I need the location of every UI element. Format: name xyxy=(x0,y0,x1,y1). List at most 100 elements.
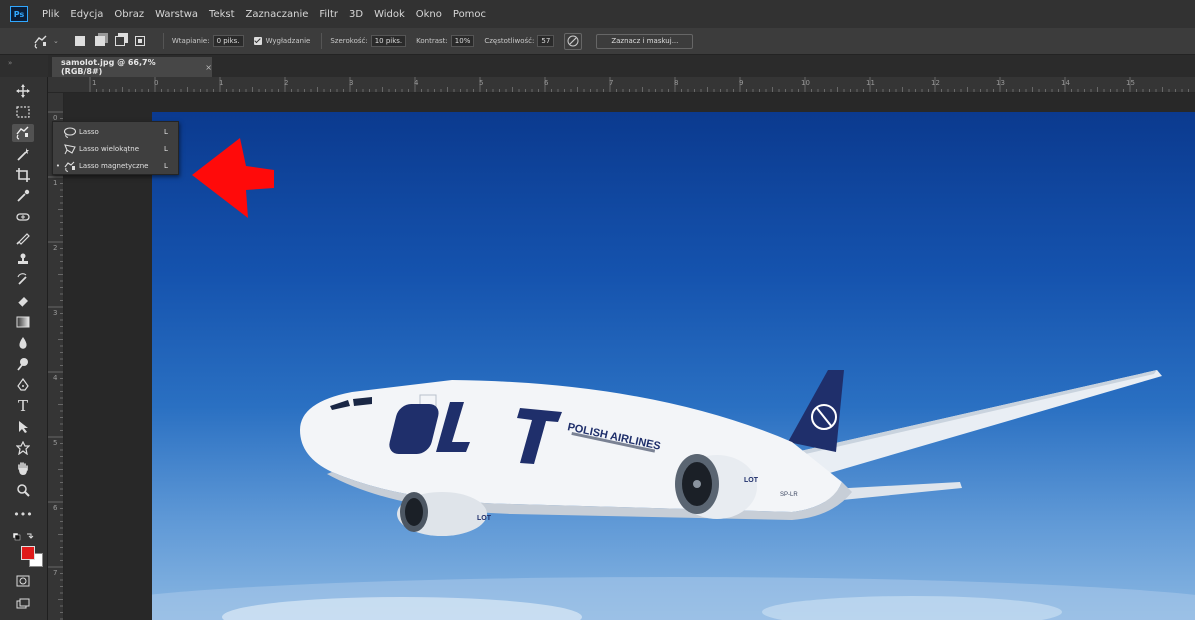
tool-preset-picker[interactable] xyxy=(30,32,52,50)
move-tool-icon[interactable] xyxy=(12,82,34,100)
ruler-v-label: 1 xyxy=(53,179,58,187)
menu-filtr[interactable]: Filtr xyxy=(319,9,338,20)
pen-pressure-icon xyxy=(567,35,579,47)
airplane-photo: POLISH AIRLINES LOT LOT SP-LR xyxy=(152,370,1195,620)
history-brush-tool-icon[interactable] xyxy=(12,271,34,289)
menu-plik[interactable]: Plik xyxy=(42,9,59,20)
menu-3d[interactable]: 3D xyxy=(349,9,363,20)
path-selection-tool-icon[interactable] xyxy=(12,418,34,436)
flyout-item-shortcut: L xyxy=(164,128,168,136)
menu-pomoc[interactable]: Pomoc xyxy=(453,9,486,20)
flyout-item-label: Lasso wielokątne xyxy=(79,145,140,153)
select-and-mask-button[interactable]: Zaznacz i maskuj... xyxy=(596,33,694,49)
close-icon[interactable]: × xyxy=(205,63,212,72)
clone-stamp-tool-icon[interactable] xyxy=(12,250,34,268)
ruler-h-label: 1 xyxy=(92,79,97,87)
feather-input[interactable]: 0 piks. xyxy=(212,35,244,47)
eyedropper-tool-icon[interactable] xyxy=(12,187,34,205)
flyout-item-label: Lasso xyxy=(79,128,99,136)
ruler-h-label: 15 xyxy=(1126,79,1135,87)
flyout-item-lasso[interactable]: Lasso L xyxy=(53,124,178,140)
magnetic-lasso-icon xyxy=(34,35,47,49)
ruler-h-label: 4 xyxy=(414,79,419,87)
type-tool-icon[interactable]: T xyxy=(12,397,34,415)
foreground-color-swatch[interactable] xyxy=(21,546,35,560)
menu-tekst[interactable]: Tekst xyxy=(209,9,234,20)
separator xyxy=(321,33,323,49)
ruler-h-label: 13 xyxy=(996,79,1005,87)
toolbar-collapse-strip[interactable]: » xyxy=(0,55,48,77)
engine-logo: LOT xyxy=(477,515,492,522)
ruler-h-label: 0 xyxy=(154,79,159,87)
chevron-down-icon[interactable]: ⌄ xyxy=(53,37,59,45)
gradient-tool-icon[interactable] xyxy=(12,313,34,331)
marquee-tool-icon[interactable] xyxy=(12,103,34,121)
ruler-h-label: 7 xyxy=(609,79,614,87)
crop-tool-icon[interactable] xyxy=(12,166,34,184)
toolbox: T ••• xyxy=(0,77,48,620)
dodge-tool-icon[interactable] xyxy=(12,355,34,373)
document-tab-title: samolot.jpg @ 66,7% (RGB/8#) xyxy=(61,58,156,76)
menu-zaznaczanie[interactable]: Zaznaczanie xyxy=(246,9,309,20)
screen-mode-icon[interactable] xyxy=(12,595,34,613)
antialias-checkbox[interactable] xyxy=(253,37,262,45)
healing-brush-tool-icon[interactable] xyxy=(12,208,34,226)
ruler-h-label: 14 xyxy=(1061,79,1070,87)
width-input[interactable]: 10 piks. xyxy=(370,35,407,47)
brush-tool-icon[interactable] xyxy=(12,229,34,247)
menu-okno[interactable]: Okno xyxy=(416,9,442,20)
ruler-v-label: 4 xyxy=(53,374,58,382)
flyout-item-shortcut: L xyxy=(164,162,168,170)
blur-tool-icon[interactable] xyxy=(12,334,34,352)
frequency-input[interactable]: 57 xyxy=(537,35,555,47)
add-to-selection-mode-icon[interactable] xyxy=(94,36,105,46)
ruler-v-label: 6 xyxy=(53,504,58,512)
subtract-from-selection-mode-icon[interactable] xyxy=(114,36,125,46)
selection-bullet: • xyxy=(55,162,61,170)
new-selection-mode-icon[interactable] xyxy=(74,36,85,46)
pen-tool-icon[interactable] xyxy=(12,376,34,394)
ruler-h-label: 12 xyxy=(931,79,940,87)
eraser-tool-icon[interactable] xyxy=(12,292,34,310)
ruler-v-label: 2 xyxy=(53,244,58,252)
more-tools-icon[interactable]: ••• xyxy=(12,505,34,523)
document-tab[interactable]: samolot.jpg @ 66,7% (RGB/8#) × xyxy=(52,57,212,77)
lasso-tool-icon[interactable] xyxy=(12,124,34,142)
flyout-item-shortcut: L xyxy=(164,145,168,153)
menu-bar: Ps Plik Edycja Obraz Warstwa Tekst Zazna… xyxy=(0,0,1195,28)
contrast-input[interactable]: 10% xyxy=(450,35,475,47)
pen-pressure-button[interactable] xyxy=(564,32,583,50)
magnetic-lasso-icon xyxy=(63,160,79,172)
ruler-h-label: 2 xyxy=(284,79,289,87)
zoom-tool-icon[interactable] xyxy=(12,481,34,499)
engine-logo: LOT xyxy=(744,477,759,484)
feather-label: Wtapianie: xyxy=(171,37,210,45)
horizontal-ruler[interactable]: 1 0 1 2 3 4 5 6 7 8 9 10 11 12 13 14 15 xyxy=(48,77,1195,93)
menu-widok[interactable]: Widok xyxy=(374,9,405,20)
document-image[interactable]: POLISH AIRLINES LOT LOT SP-LR xyxy=(152,112,1195,620)
quick-mask-icon[interactable] xyxy=(12,572,34,590)
menu-edycja[interactable]: Edycja xyxy=(70,9,103,20)
width-label: Szerokość: xyxy=(330,37,368,45)
menu-warstwa[interactable]: Warstwa xyxy=(155,9,198,20)
ruler-h-label: 8 xyxy=(674,79,679,87)
red-arrow-annotation xyxy=(192,138,274,218)
antialias-label: Wygładzanie xyxy=(265,37,311,45)
ruler-h-label: 11 xyxy=(866,79,875,87)
frequency-label: Częstotliwość: xyxy=(484,37,535,45)
contrast-label: Kontrast: xyxy=(416,37,448,45)
collapse-icon[interactable]: » xyxy=(8,59,12,67)
hand-tool-icon[interactable] xyxy=(12,460,34,478)
ruler-h-label: 10 xyxy=(801,79,810,87)
ruler-h-label: 1 xyxy=(219,79,224,87)
flyout-item-magnetic-lasso[interactable]: • Lasso magnetyczne L xyxy=(53,158,178,174)
intersect-selection-mode-icon[interactable] xyxy=(134,36,145,46)
magic-wand-tool-icon[interactable] xyxy=(12,145,34,163)
menu-obraz[interactable]: Obraz xyxy=(114,9,144,20)
default-colors-icon[interactable] xyxy=(10,528,36,546)
ruler-v-label: 3 xyxy=(53,309,58,317)
shape-tool-icon[interactable] xyxy=(12,439,34,457)
separator xyxy=(162,33,164,49)
ruler-h-label: 3 xyxy=(349,79,354,87)
flyout-item-polygonal-lasso[interactable]: Lasso wielokątne L xyxy=(53,141,178,157)
